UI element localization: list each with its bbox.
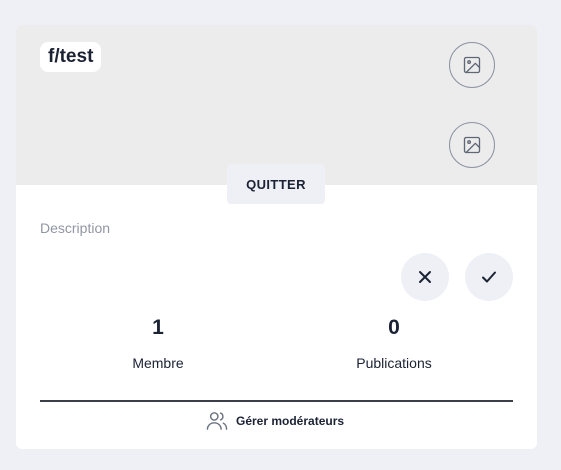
close-icon [419, 271, 431, 283]
confirm-button[interactable] [465, 253, 513, 301]
posts-stat: 0 Publications [294, 315, 494, 371]
image-icon [463, 136, 481, 154]
members-count: 1 [152, 316, 164, 339]
community-card: f/test QUITTER Description 1 Membre 0 Pu… [16, 25, 537, 449]
users-icon [206, 412, 228, 430]
change-avatar-image-button[interactable] [449, 122, 495, 168]
posts-label: Publications [356, 355, 432, 371]
change-banner-image-button[interactable] [449, 42, 495, 88]
check-icon [482, 271, 496, 283]
manage-moderators-button[interactable]: Gérer modérateurs [206, 410, 344, 432]
description-field[interactable]: Description [40, 220, 110, 236]
manage-moderators-label: Gérer modérateurs [236, 414, 345, 428]
community-banner: f/test [16, 25, 537, 185]
members-stat: 1 Membre [58, 315, 258, 371]
image-icon [463, 56, 481, 74]
community-name: f/test [40, 42, 102, 72]
cancel-button[interactable] [401, 253, 449, 301]
quit-button[interactable]: QUITTER [227, 164, 325, 204]
posts-count: 0 [388, 316, 400, 339]
members-label: Membre [132, 355, 184, 371]
divider [40, 400, 513, 402]
